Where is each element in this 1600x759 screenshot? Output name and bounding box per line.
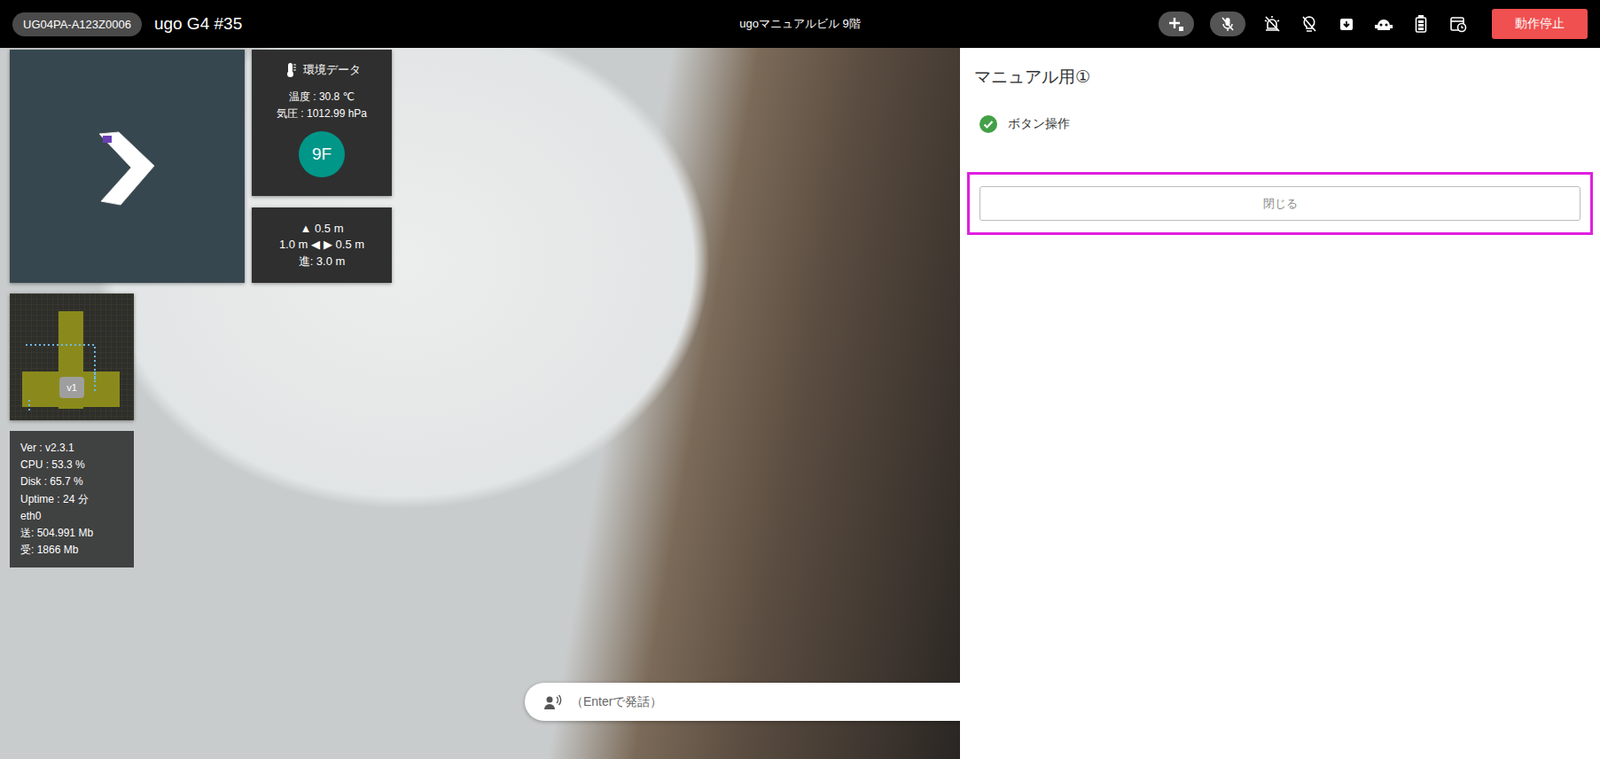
- stat-line: 受: 1866 Mb: [20, 541, 124, 559]
- temperature: 温度 : 30.8 ℃: [288, 88, 355, 106]
- thermometer-icon: [283, 62, 298, 79]
- panel-title: マニュアル用①: [967, 65, 1593, 89]
- add-user-icon: [1168, 15, 1185, 32]
- speech-input[interactable]: （Enterで発話）: [524, 682, 960, 721]
- robot-icon: [1373, 15, 1394, 33]
- stat-line: Disk : 65.7 %: [20, 473, 124, 491]
- calendar-clock-icon: [1449, 15, 1468, 33]
- close-highlight: 閉じる: [967, 171, 1593, 235]
- stat-line: Ver : v2.3.1: [20, 439, 124, 457]
- battery-button[interactable]: [1410, 13, 1432, 35]
- speech-placeholder: （Enterで発話）: [570, 694, 663, 711]
- check-icon: [979, 115, 998, 133]
- location: ugoマニュアルビル 9階: [739, 15, 861, 32]
- environment-title: 環境データ: [303, 62, 361, 79]
- bulb-button[interactable]: [1298, 13, 1320, 35]
- distance-right: ▶ 0.5 m: [323, 237, 365, 251]
- robot-name: ugo G4 #35: [154, 14, 242, 34]
- distance-up: ▲ 0.5 m: [300, 221, 344, 235]
- distance-forward: 進: 3.0 m: [298, 253, 346, 270]
- stat-line: eth0: [20, 507, 124, 525]
- grid-minimap[interactable]: v1: [9, 293, 134, 421]
- environment-card: 環境データ温度 : 30.8 ℃気圧 : 1012.99 hPa 9F: [251, 49, 392, 196]
- task-panel: マニュアル用① ボタン操作閉じる: [960, 47, 1600, 759]
- camera-view: v1 Ver : v2.3.1CPU : 53.3 %Disk : 65.7 %U…: [0, 47, 960, 759]
- mic-off-icon: [1219, 15, 1236, 32]
- stat-line: CPU : 53.3 %: [20, 456, 124, 474]
- top-bar: UG04PA-A123Z0006 ugo G4 #35 ugoマニュアルビル 9階 動…: [0, 0, 1600, 48]
- mic-button[interactable]: [1209, 11, 1246, 37]
- minimap-badge: v1: [59, 376, 85, 399]
- step-item: ボタン操作: [979, 115, 1593, 133]
- bulb-off-icon: [1300, 15, 1319, 33]
- add-user-button[interactable]: [1158, 11, 1195, 37]
- light-off-icon: [1263, 15, 1281, 33]
- robot-button[interactable]: [1373, 13, 1395, 35]
- stat-line: 送: 504.991 Mb: [20, 524, 124, 542]
- stat-line: Uptime : 24 分: [20, 491, 124, 508]
- floor-map[interactable]: [9, 49, 245, 283]
- distance-card: ▲ 0.5 m 1.0 m ◀▶ 0.5 m 進: 3.0 m: [251, 207, 392, 283]
- speaker-icon: [544, 694, 562, 711]
- schedule-button[interactable]: [1447, 13, 1469, 35]
- map-shape-icon: [92, 126, 164, 207]
- pressure: 気圧 : 1012.99 hPa: [276, 105, 367, 123]
- occupancy-grid-icon: [9, 293, 134, 421]
- floor-badge: 9F: [298, 131, 345, 178]
- stop-button[interactable]: 動作停止: [1491, 8, 1588, 40]
- box-arrow-icon: [1337, 15, 1356, 33]
- close-button[interactable]: 閉じる: [979, 186, 1581, 221]
- system-stats: Ver : v2.3.1CPU : 53.3 %Disk : 65.7 %Upt…: [9, 430, 134, 568]
- distance-left: 1.0 m ◀: [279, 237, 320, 251]
- robot-id: UG04PA-A123Z0006: [12, 12, 142, 37]
- robot-console: UG04PA-A123Z0006 ugo G4 #35 ugoマニュアルビル 9階 動…: [0, 0, 1600, 759]
- battery-icon: [1414, 15, 1428, 33]
- alarm-button[interactable]: [1261, 13, 1283, 35]
- overlay-panels: v1 Ver : v2.3.1CPU : 53.3 %Disk : 65.7 %U…: [9, 49, 392, 568]
- arm-button[interactable]: [1335, 13, 1358, 35]
